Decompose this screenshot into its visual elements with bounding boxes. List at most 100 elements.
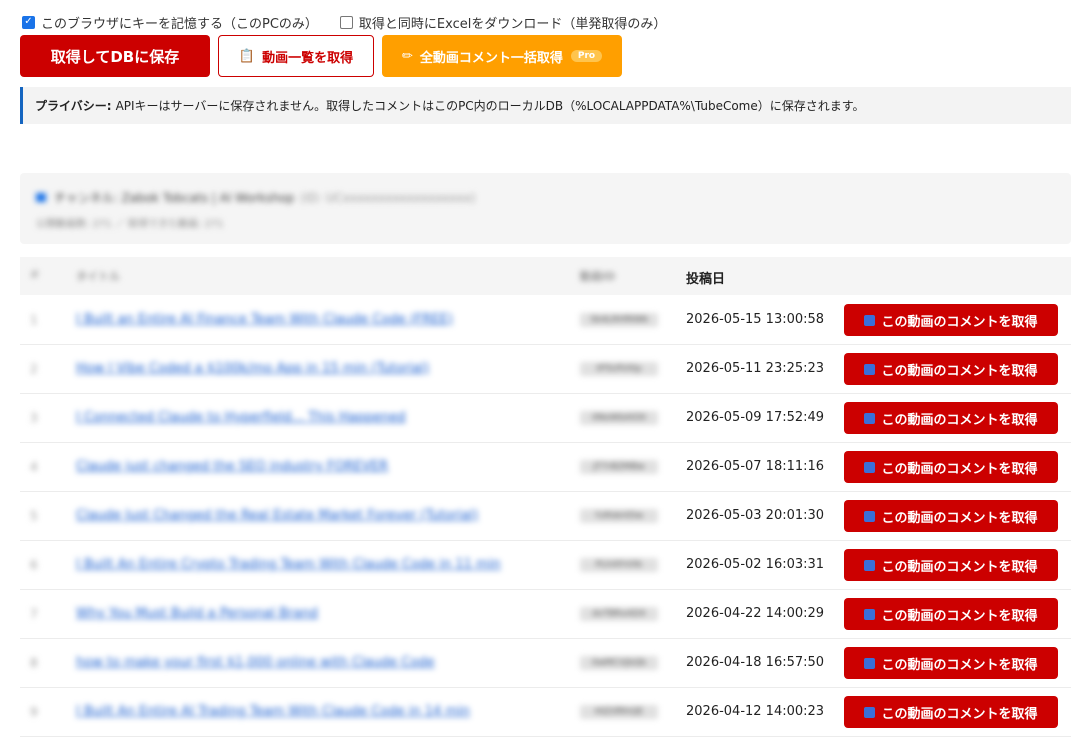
video-title-link[interactable]: Claude just changed the SEO industry FOR… [76,459,388,474]
channel-icon [36,193,46,202]
fetch-all-comments-label: 全動画コメント一括取得 [419,50,563,66]
inbox-icon [864,608,876,620]
fetch-video-comments-label: この動画のコメントを取得 [881,363,1038,379]
table-row: 7 Why You Must Build a Personal Brand dvTB… [20,590,1071,639]
row-number: 1 [30,313,38,327]
channel-id: (ID: UCxxxxxxxxxxxxxxxxxx) [300,190,476,205]
fetch-video-comments-label: この動画のコメントを取得 [881,510,1038,526]
video-id: HIZiifRhQE [580,705,658,719]
video-title-link[interactable]: I Built An Entire Crypto Trading Team Wi… [76,557,501,572]
video-title-link[interactable]: Claude Just Changed the Real Estate Mark… [76,508,478,523]
channel-info-panel: チャンネル: Zabok Tobcats | AI Workshop (ID: … [20,173,1071,244]
video-title-link[interactable]: I Connected Claude to Hyperfield... This… [76,410,406,425]
post-date: 2026-04-22 14:00:29 [686,606,825,621]
privacy-notice: プライバシー: APIキーはサーバーに保存されません。取得したコメントはこのPC… [20,87,1071,124]
inbox-icon [864,706,876,718]
excel-download-option[interactable]: 取得と同時にExcelをダウンロード（単発取得のみ） [339,13,667,32]
fetch-video-comments-button[interactable]: この動画のコメントを取得 [844,647,1058,679]
fetch-video-comments-label: この動画のコメントを取得 [881,559,1038,575]
fetch-video-list-button[interactable]: 📋 動画一覧を取得 [218,35,374,77]
video-id: YzRdeVDw [580,509,658,523]
post-date: 2026-05-09 17:52:49 [686,410,825,425]
video-id: PLhXfrVXk [580,558,658,572]
video-id: JT7rBZMBw [580,460,658,474]
table-row: 8 how to make your first $1,000 online wi… [20,639,1071,688]
video-id: dvTBRxADX [580,607,658,621]
table-row: 2 How I Vibe Coded a $100k/mo App in 15 m… [20,345,1071,394]
save-to-db-label: 取得してDBに保存 [50,47,180,66]
table-row: 1 I Built an Entire AI Finance Team With … [20,296,1071,345]
table-row: 3 I Connected Claude to Hyperfield... Thi… [20,394,1071,443]
video-table-header: # タイトル 動画ID 投稿日 [20,257,1071,295]
row-number: 4 [30,460,38,474]
video-title-link[interactable]: How I Vibe Coded a $100k/mo App in 15 mi… [76,361,429,376]
options-row: ✓ このブラウザにキーを記憶する（このPCのみ） 取得と同時にExcelをダウン… [22,12,688,32]
pro-badge: Pro [570,50,603,62]
remember-key-option[interactable]: ✓ このブラウザにキーを記憶する（このPCのみ） [22,13,318,32]
clipboard-icon: 📋 [238,48,256,64]
post-date: 2026-05-03 20:01:30 [686,508,825,523]
row-number: 2 [30,362,38,376]
channel-name: チャンネル: Zabok Tobcats | AI Workshop [54,191,295,205]
fetch-video-comments-label: この動画のコメントを取得 [881,706,1038,722]
fetch-video-comments-button[interactable]: この動画のコメントを取得 [844,500,1058,532]
post-date: 2026-04-12 14:00:23 [686,704,825,719]
channel-stats: 公開動画数: 271 ／ 取得できた動画: 271 [36,219,224,230]
fetch-all-comments-button[interactable]: ✏ 全動画コメント一括取得 Pro [382,35,622,77]
header-video-id: 動画ID [580,270,616,283]
row-number: 9 [30,705,38,719]
video-title-link[interactable]: how to make your first $1,000 online wit… [76,655,435,670]
fetch-video-comments-label: この動画のコメントを取得 [881,657,1038,673]
channel-name-line: チャンネル: Zabok Tobcats | AI Workshop (ID: … [36,189,475,206]
fetch-video-comments-button[interactable]: この動画のコメントを取得 [844,598,1058,630]
fetch-video-comments-button[interactable]: この動画のコメントを取得 [844,402,1058,434]
inbox-icon [864,510,876,522]
post-date: 2026-04-18 16:57:50 [686,655,825,670]
table-row: 5 Claude Just Changed the Real Estate Mar… [20,492,1071,541]
excel-download-label: 取得と同時にExcelをダウンロード（単発取得のみ） [358,16,667,32]
video-title-link[interactable]: I Built An Entire AI Trading Team With C… [76,704,470,719]
remember-key-checkbox[interactable]: ✓ [22,15,35,29]
inbox-icon [864,461,876,473]
fetch-video-comments-button[interactable]: この動画のコメントを取得 [844,304,1058,336]
row-number: 8 [30,656,38,670]
inbox-icon [864,363,876,375]
post-date: 2026-05-11 23:25:23 [686,361,825,376]
video-id: tP5UfVXlp [580,362,658,376]
fetch-video-comments-button[interactable]: この動画のコメントを取得 [844,451,1058,483]
fetch-video-list-label: 動画一覧を取得 [262,50,354,66]
inbox-icon [864,657,876,669]
table-row: 6 I Built An Entire Crypto Trading Team W… [20,541,1071,590]
header-number: # [30,268,40,281]
fetch-video-comments-label: この動画のコメントを取得 [881,314,1038,330]
remember-key-label: このブラウザにキーを記憶する（このPCのみ） [41,16,318,32]
fetch-video-comments-button[interactable]: この動画のコメントを取得 [844,696,1058,728]
video-title-link[interactable]: I Built an Entire AI Finance Team With C… [76,312,453,327]
inbox-icon [864,314,876,326]
video-id: 0NoWbAlO0 [580,411,658,425]
table-row: 9 I Built An Entire AI Trading Team With … [20,688,1071,737]
header-title: タイトル [76,270,120,283]
fetch-video-comments-button[interactable]: この動画のコメントを取得 [844,549,1058,581]
fetch-video-comments-label: この動画のコメントを取得 [881,608,1038,624]
post-date: 2026-05-07 18:11:16 [686,459,825,474]
video-id: 0wMCVjbQb [580,656,658,670]
privacy-text: APIキーはサーバーに保存されません。取得したコメントはこのPC内のローカルDB… [115,99,865,113]
row-number: 6 [30,558,38,572]
pencil-icon: ✏ [401,48,413,64]
video-title-link[interactable]: Why You Must Build a Personal Brand [76,606,318,621]
header-date: 投稿日 [686,272,726,287]
post-date: 2026-05-15 13:00:58 [686,312,825,327]
save-to-db-button[interactable]: 取得してDBに保存 [20,35,210,77]
table-row: 4 Claude just changed the SEO industry FO… [20,443,1071,492]
inbox-icon [864,412,876,424]
privacy-heading: プライバシー: [35,99,112,113]
excel-download-checkbox[interactable] [339,15,353,29]
video-id: Sk4LRHfKNN [580,313,658,327]
row-number: 5 [30,509,38,523]
fetch-video-comments-button[interactable]: この動画のコメントを取得 [844,353,1058,385]
fetch-video-comments-label: この動画のコメントを取得 [881,461,1038,477]
row-number: 7 [30,607,38,621]
post-date: 2026-05-02 16:03:31 [686,557,825,572]
fetch-video-comments-label: この動画のコメントを取得 [881,412,1038,428]
